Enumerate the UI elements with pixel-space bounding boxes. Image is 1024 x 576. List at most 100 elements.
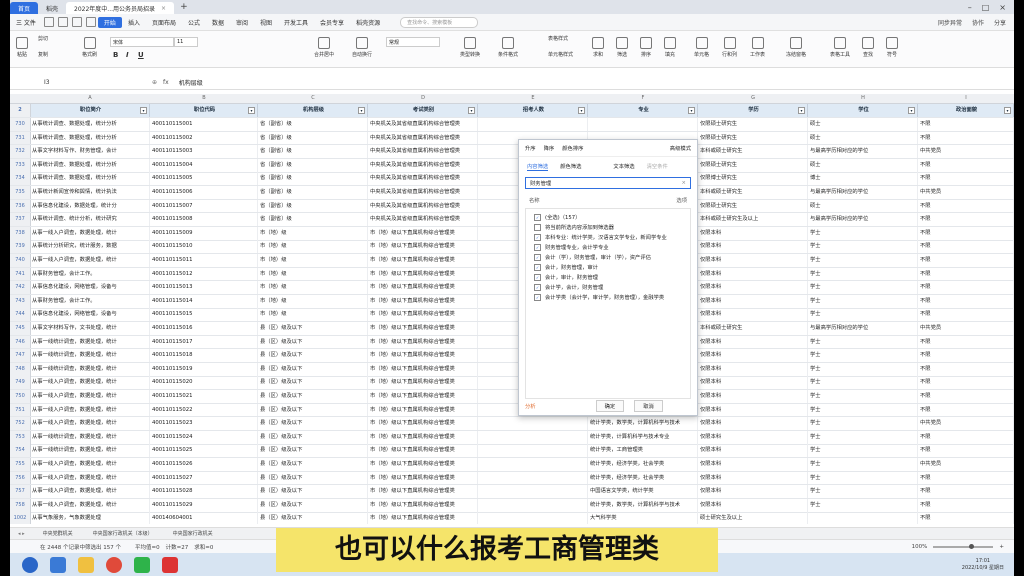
- menu-member[interactable]: 会员专享: [314, 17, 350, 28]
- table-cell[interactable]: 400110115023: [150, 417, 258, 431]
- table-cell[interactable]: [478, 417, 588, 431]
- table-cell[interactable]: 硕士: [808, 118, 918, 131]
- table-cell[interactable]: 学士: [808, 226, 918, 240]
- table-cell[interactable]: 中共党员: [918, 322, 1014, 335]
- table-cell[interactable]: 400110115003: [150, 145, 258, 159]
- table-cell[interactable]: 中央机关及其省级直属机构综合管理类: [368, 131, 478, 145]
- menu-docer-resources[interactable]: 稻壳资源: [350, 17, 386, 28]
- checkbox-icon[interactable]: ✓: [534, 213, 541, 221]
- table-cell[interactable]: [808, 512, 918, 524]
- column-letter[interactable]: E: [478, 94, 588, 103]
- table-cell[interactable]: 省（副省）级: [258, 131, 368, 145]
- table-cell[interactable]: [478, 498, 588, 512]
- table-cell[interactable]: 400110115026: [150, 458, 258, 471]
- table-cell[interactable]: 400110115004: [150, 158, 258, 172]
- table-cell[interactable]: 学士: [808, 498, 918, 512]
- wrap-text-button[interactable]: 自动换行: [352, 37, 372, 58]
- table-cell[interactable]: 市（地）级: [258, 254, 368, 267]
- sheet-tab[interactable]: 中央国家行政机关（本级）: [83, 530, 163, 537]
- table-cell[interactable]: 400110115028: [150, 485, 258, 499]
- bold-button[interactable]: B: [113, 51, 118, 59]
- cell-button[interactable]: 单元格: [694, 37, 709, 58]
- fx-icon[interactable]: fx: [163, 79, 169, 86]
- formula-content[interactable]: 机构层级: [179, 78, 203, 87]
- table-cell[interactable]: 仅限硕士研究生: [698, 158, 808, 172]
- file-explorer-icon[interactable]: [78, 556, 94, 573]
- table-cell[interactable]: 省（副省）级: [258, 172, 368, 186]
- sheet-nav-icon[interactable]: ◂ ▸: [10, 531, 33, 537]
- table-row[interactable]: 739 从事统计分析研究，统计服务，数据 400110115010 市（地）级 市（地）…: [10, 240, 1014, 255]
- table-cell[interactable]: 从事财务管理，会计工作。: [30, 294, 150, 308]
- table-cell[interactable]: 从事一线入户调查，数据处理，统计: [30, 254, 150, 267]
- table-cell[interactable]: 学士: [808, 349, 918, 363]
- filter-dropdown-icon[interactable]: ▾: [688, 107, 695, 114]
- table-cell[interactable]: 中央机关及其省级直属机构综合管理类: [368, 186, 478, 199]
- table-cell[interactable]: 400110115021: [150, 390, 258, 403]
- table-cell[interactable]: 400110115015: [150, 308, 258, 322]
- close-tab-icon[interactable]: ×: [161, 5, 166, 12]
- table-cell[interactable]: 从事一线统计调查，数据处理，统计: [30, 430, 150, 444]
- format-painter-button[interactable]: 格式刷: [82, 37, 97, 58]
- table-cell[interactable]: 仅限本科: [698, 417, 808, 431]
- table-cell[interactable]: [478, 118, 588, 131]
- table-cell[interactable]: 仅限本科: [698, 376, 808, 390]
- row-number[interactable]: 740: [10, 254, 31, 267]
- table-cell[interactable]: 仅限本科: [698, 308, 808, 322]
- table-cell[interactable]: 市（地）级以下直属机构综合管理类: [368, 240, 478, 254]
- maximize-icon[interactable]: □: [982, 3, 990, 12]
- table-row[interactable]: 741 从事财务管理，会计工作。 400110115012 市（地）级 市（地）级以下直…: [10, 267, 1014, 282]
- rows-cols-button[interactable]: 行和列: [722, 37, 737, 58]
- redo-icon[interactable]: [85, 17, 96, 27]
- table-cell[interactable]: 市（地）级以下直属机构综合管理类: [368, 362, 478, 376]
- table-cell[interactable]: 从事统计新闻宣传和舆情，统计执法: [30, 186, 150, 199]
- table-cell[interactable]: 400110115025: [150, 444, 258, 458]
- italic-button[interactable]: I: [126, 51, 129, 59]
- table-cell[interactable]: 不限: [918, 430, 1014, 444]
- sort-desc-button[interactable]: 降序: [544, 144, 555, 152]
- table-cell[interactable]: 仅限本科: [698, 485, 808, 499]
- table-cell[interactable]: 仅限硕士研究生: [698, 118, 808, 131]
- table-style-button[interactable]: 表格样式: [548, 35, 568, 42]
- table-row[interactable]: 737 从事统计调查、统计分析，统计研究 400110115008 省（副省）级 中央机…: [10, 213, 1014, 228]
- merge-center-button[interactable]: 合并居中: [314, 37, 334, 58]
- filter-list-item[interactable]: ✓ 会计，审计，财务管理: [526, 272, 690, 282]
- table-cell[interactable]: 400110115005: [150, 172, 258, 186]
- clear-search-icon[interactable]: ×: [682, 180, 686, 186]
- table-cell[interactable]: 学士: [808, 240, 918, 254]
- row-number[interactable]: 2: [10, 104, 31, 117]
- table-cell[interactable]: 不限: [918, 254, 1014, 267]
- table-cell[interactable]: [478, 512, 588, 524]
- table-tools-button[interactable]: 表格工具: [830, 37, 850, 58]
- table-cell[interactable]: 仅限硕士研究生: [698, 199, 808, 213]
- row-number[interactable]: 730: [10, 118, 31, 131]
- table-cell[interactable]: 从事一线入户调查，数据处理，统计: [30, 376, 150, 390]
- table-cell[interactable]: 市（地）级: [258, 240, 368, 254]
- table-cell[interactable]: [478, 444, 588, 458]
- undo-icon[interactable]: [71, 17, 82, 27]
- row-number[interactable]: 741: [10, 267, 31, 281]
- table-cell[interactable]: 县（区）级及以下: [258, 390, 368, 403]
- table-cell[interactable]: 市（地）级: [258, 267, 368, 281]
- checkbox-icon[interactable]: [534, 223, 541, 231]
- table-cell[interactable]: 400140604001: [150, 512, 258, 524]
- column-header[interactable]: 专业 ▾: [588, 104, 698, 117]
- table-cell[interactable]: 市（地）级以下直属机构综合管理类: [368, 512, 478, 524]
- cut-button[interactable]: 剪切: [38, 35, 48, 42]
- column-header[interactable]: 学历 ▾: [698, 104, 808, 117]
- table-row[interactable]: 735 从事统计新闻宣传和舆情，统计执法 400110115006 省（副省）级 中央机…: [10, 186, 1014, 200]
- table-cell[interactable]: 400110115024: [150, 430, 258, 444]
- table-cell[interactable]: 400110115019: [150, 362, 258, 376]
- table-cell[interactable]: 不限: [918, 213, 1014, 227]
- table-cell[interactable]: 博士: [808, 172, 918, 186]
- wechat-icon[interactable]: [134, 556, 150, 573]
- table-cell[interactable]: 400110115029: [150, 498, 258, 512]
- column-letter[interactable]: C: [258, 94, 368, 103]
- table-cell[interactable]: 仅限本科: [698, 349, 808, 363]
- table-cell[interactable]: 市（地）级以下直属机构综合管理类: [368, 376, 478, 390]
- table-cell[interactable]: 不限: [918, 294, 1014, 308]
- tab-text-filter[interactable]: 文本筛选: [613, 162, 634, 171]
- row-number[interactable]: 750: [10, 390, 31, 403]
- table-cell[interactable]: 统计学类，计算机科学与技术专业: [588, 430, 698, 444]
- table-cell[interactable]: 本科或硕士研究生及以上: [698, 213, 808, 227]
- tab-docer[interactable]: 稻壳: [38, 2, 66, 14]
